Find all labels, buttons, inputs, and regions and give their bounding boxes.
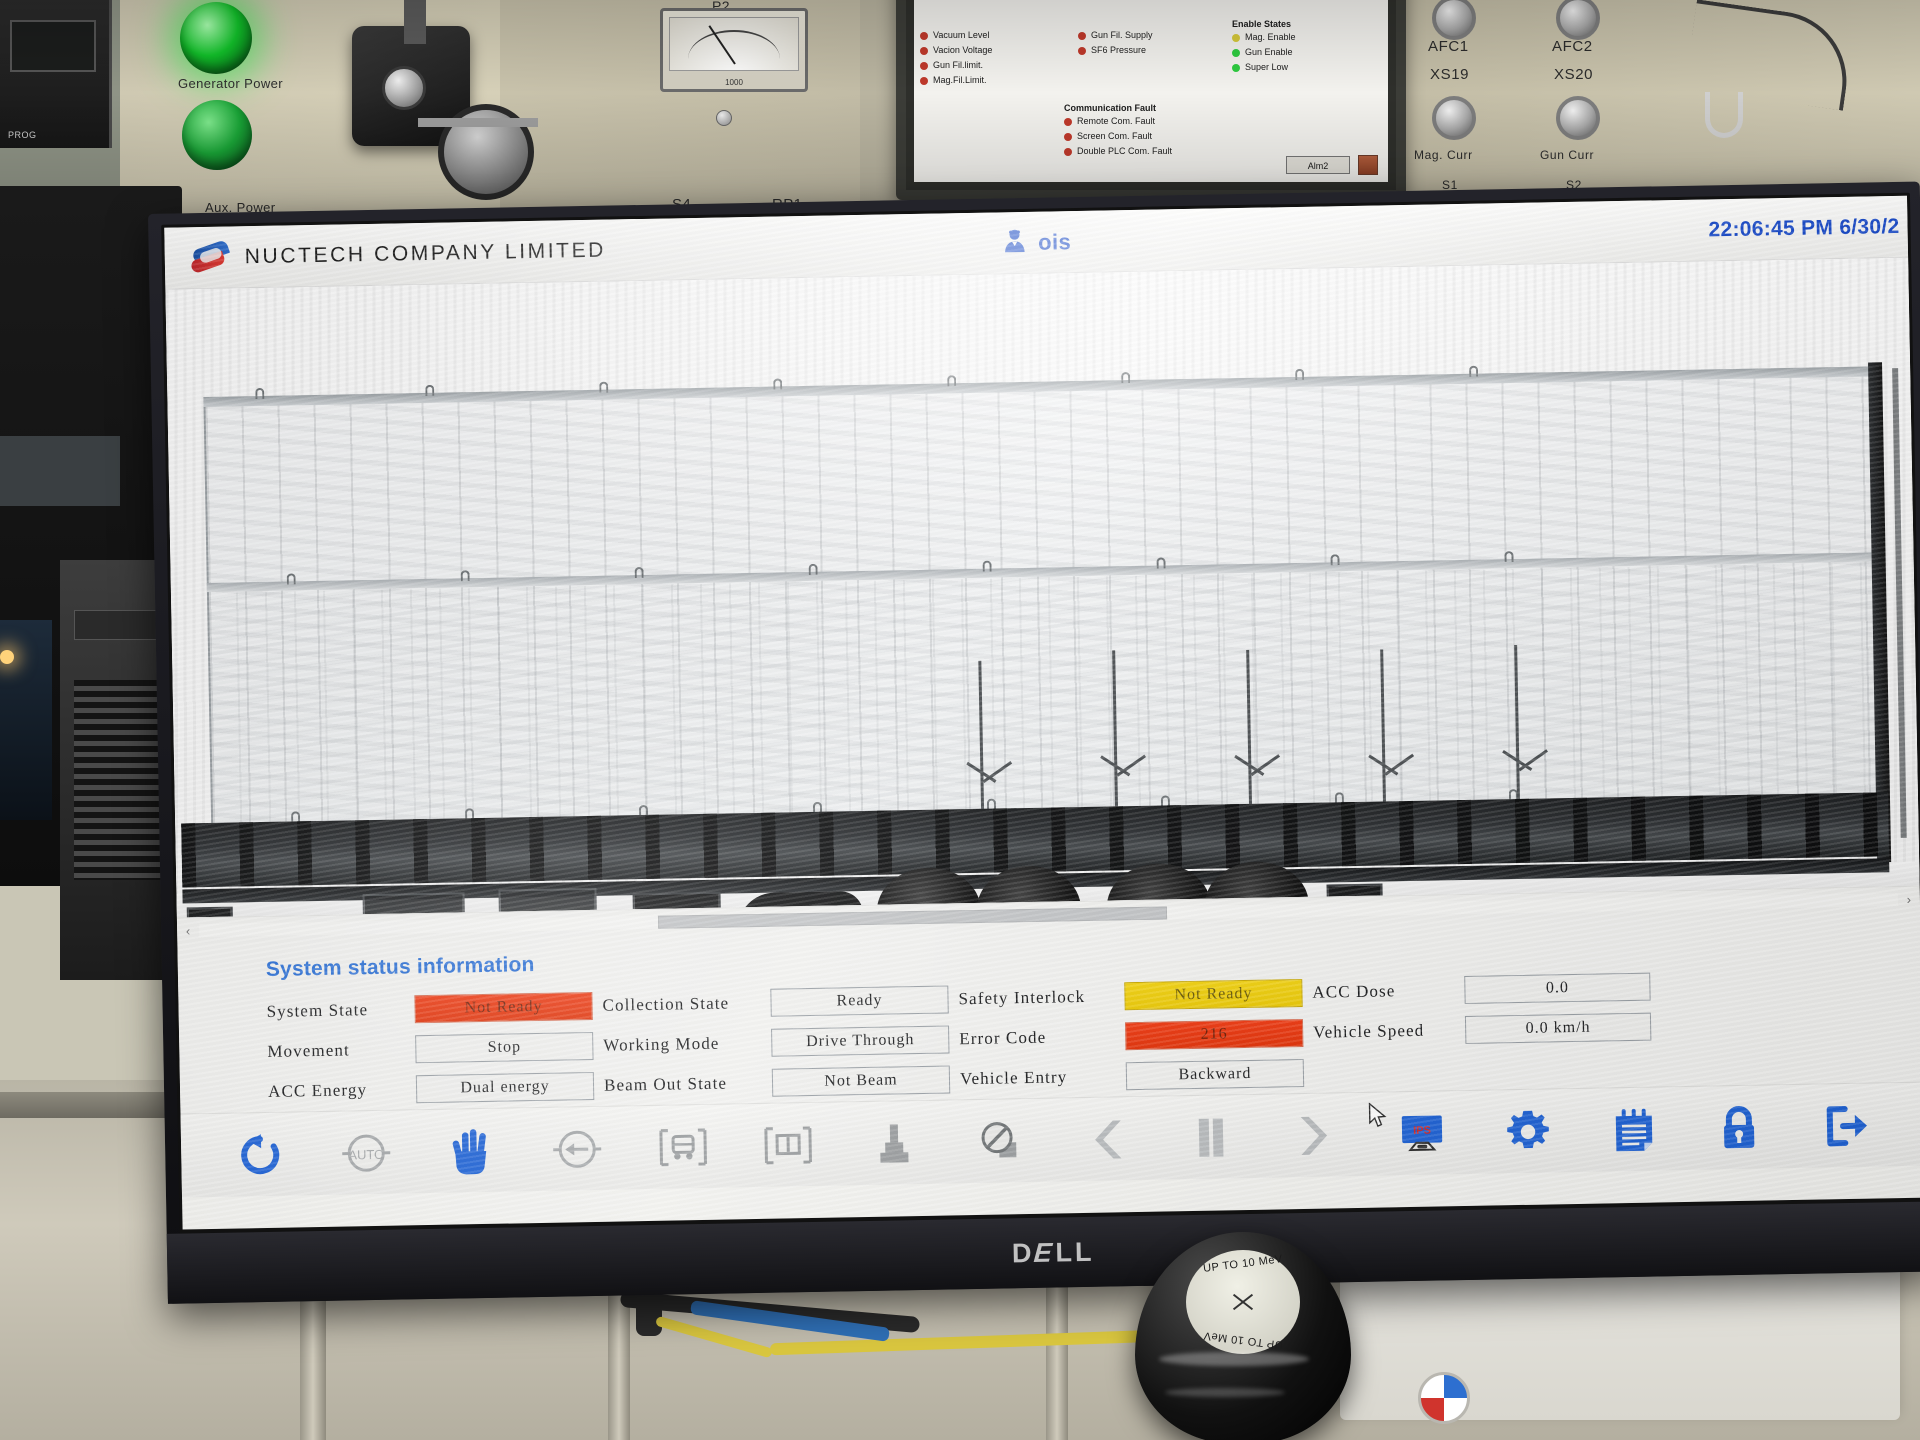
scroll-right-arrow-icon[interactable]: › xyxy=(1898,892,1920,907)
label-empty-slot xyxy=(1314,1070,1456,1073)
logout-button[interactable] xyxy=(1792,1089,1899,1163)
cap-knob-bottom-text: UP TO 10 MeV xyxy=(1202,1329,1284,1351)
vehicle-scan-icon xyxy=(657,1124,708,1169)
prev-button[interactable] xyxy=(1052,1102,1159,1176)
reset-icon xyxy=(237,1131,284,1178)
label-system-state: System State xyxy=(266,1000,369,1021)
dell-monitor: NUCTECH COMPANY LIMITED ois 22:06:45 PM … xyxy=(148,181,1920,1304)
label-acc-dose: ACC Dose xyxy=(1312,981,1396,1002)
value-movement: Stop xyxy=(415,1031,594,1064)
pause-button[interactable] xyxy=(1158,1100,1265,1174)
value-acc-dose: 0.0 xyxy=(1464,972,1651,1005)
window-night-view xyxy=(0,620,52,820)
ois-application-screen: NUCTECH COMPANY LIMITED ois 22:06:45 PM … xyxy=(164,195,1920,1230)
scroll-left-arrow-icon[interactable]: ‹ xyxy=(177,923,199,938)
lock-button[interactable] xyxy=(1686,1091,1793,1165)
next-chevron-icon xyxy=(1294,1112,1339,1159)
cap-knob-x-mark xyxy=(1231,1290,1255,1314)
scrollbar-thumb[interactable] xyxy=(657,906,1168,929)
reset-button[interactable] xyxy=(207,1118,314,1192)
street-light-glow xyxy=(0,650,14,664)
no-entry-button[interactable] xyxy=(946,1104,1053,1178)
value-acc-energy: Dual energy xyxy=(415,1071,595,1104)
label-movement: Movement xyxy=(267,1040,350,1061)
settings-gear-icon xyxy=(1505,1108,1552,1155)
no-entry-icon xyxy=(976,1118,1023,1165)
auto-mode-icon: AUTO xyxy=(339,1129,392,1176)
label-working-mode: Working Mode xyxy=(603,1033,720,1055)
value-beam-out-state: Not Beam xyxy=(771,1065,951,1097)
container-scan-icon xyxy=(763,1122,814,1167)
next-button[interactable] xyxy=(1263,1098,1370,1172)
value-collection-state: Ready xyxy=(770,985,949,1017)
display-monitor-icon: IPS xyxy=(1398,1111,1447,1156)
hand-pan-button[interactable] xyxy=(418,1114,525,1188)
xray-image-viewer[interactable] xyxy=(165,257,1920,918)
back-arrow-icon xyxy=(551,1125,604,1172)
value-vehicle-speed: 0.0 km/h xyxy=(1464,1012,1652,1044)
label-error-code: Error Code xyxy=(959,1027,1047,1049)
brand-name: NUCTECH COMPANY LIMITED xyxy=(244,238,607,268)
value-error-code: 216 xyxy=(1124,1018,1304,1051)
svg-text:IPS: IPS xyxy=(1413,1124,1431,1136)
label-vehicle-entry: Vehicle Entry xyxy=(959,1067,1068,1089)
system-status-panel: System status information System State N… xyxy=(177,911,1920,1114)
cap-knob-top-text: UP TO 10 MeV xyxy=(1202,1253,1284,1275)
vehicle-scan-button[interactable] xyxy=(629,1110,736,1184)
label-safety-interlock: Safety Interlock xyxy=(958,986,1086,1009)
label-vehicle-speed: Vehicle Speed xyxy=(1313,1020,1425,1042)
status-grid: System State Not Ready Collection State … xyxy=(266,968,1920,1106)
container-scan-button[interactable] xyxy=(735,1108,842,1182)
svg-text:AUTO: AUTO xyxy=(348,1146,384,1162)
auto-mode-button[interactable]: AUTO xyxy=(312,1116,419,1190)
user-name: ois xyxy=(1037,228,1072,255)
prev-chevron-icon xyxy=(1083,1116,1128,1163)
dell-logo: DELL xyxy=(1011,1236,1095,1268)
user-avatar-icon xyxy=(1001,227,1028,258)
system-clock: 22:06:45 PM 6/30/2 xyxy=(1708,214,1900,241)
control-room-photo: PROG Generator Power Aux. Power Aux. Pow… xyxy=(0,0,1920,1440)
brand-block: NUCTECH COMPANY LIMITED xyxy=(189,233,607,275)
lock-icon xyxy=(1717,1104,1762,1151)
log-button[interactable] xyxy=(1580,1092,1687,1166)
hand-pan-icon xyxy=(450,1126,493,1175)
cap-knob-label: UP TO 10 MeV UP TO 10 MeV xyxy=(1186,1250,1300,1354)
value-vehicle-entry: Backward xyxy=(1125,1058,1305,1091)
xray-image xyxy=(165,257,1920,918)
value-safety-interlock: Not Ready xyxy=(1124,978,1303,1011)
value-working-mode: Drive Through xyxy=(771,1025,950,1057)
current-user[interactable]: ois xyxy=(1001,226,1072,258)
label-acc-energy: ACC Energy xyxy=(267,1080,368,1101)
settings-button[interactable] xyxy=(1475,1094,1582,1168)
label-beam-out-state: Beam Out State xyxy=(603,1073,728,1095)
log-notepad-icon xyxy=(1610,1106,1657,1153)
equipment-dial[interactable] xyxy=(1418,1372,1470,1424)
back-button[interactable] xyxy=(524,1112,631,1186)
label-collection-state: Collection State xyxy=(602,993,730,1015)
barrier-gate-icon xyxy=(874,1120,915,1167)
nuctech-logo-icon xyxy=(189,238,231,275)
monitor-glare xyxy=(0,436,120,506)
pause-icon xyxy=(1194,1114,1229,1161)
logout-icon xyxy=(1821,1102,1870,1149)
value-system-state: Not Ready xyxy=(414,991,593,1024)
barrier-gate-button[interactable] xyxy=(841,1106,948,1180)
